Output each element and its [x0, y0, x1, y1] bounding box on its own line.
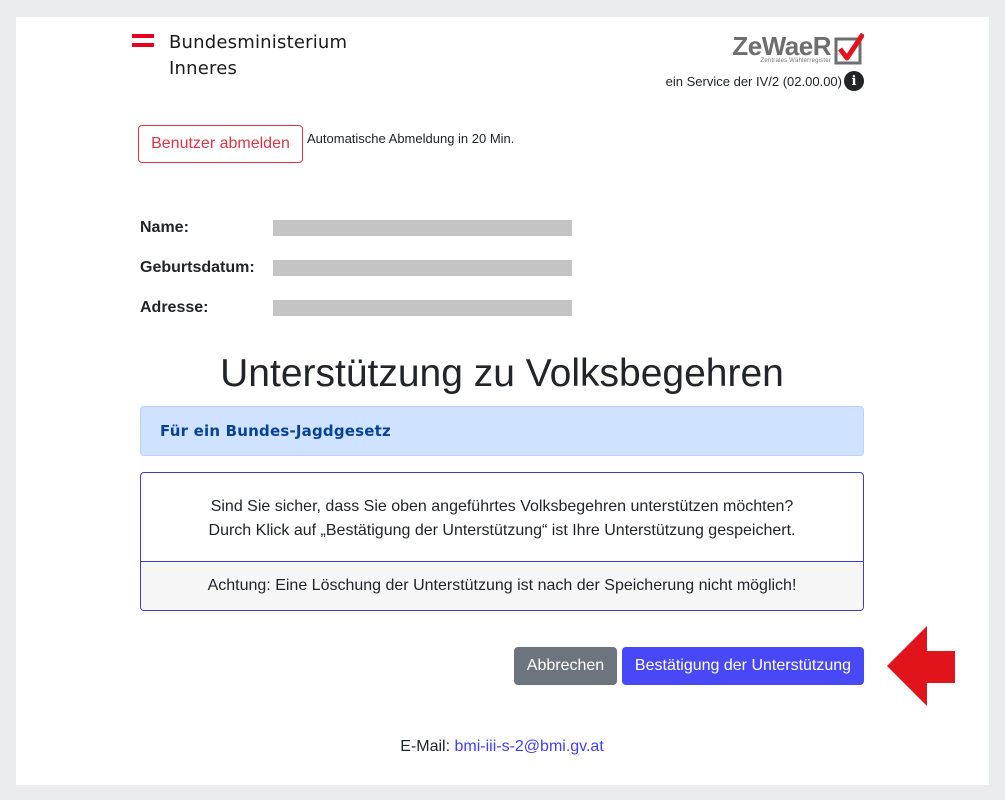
confirmation-question: Sind Sie sicher, dass Sie oben angeführt…	[210, 498, 794, 515]
confirmation-explanation: Durch Klick auf „Bestätigung der Unterst…	[208, 522, 796, 539]
birthdate-label: Geburtsdatum:	[140, 259, 255, 276]
service-text: ein Service der IV/2 (02.00.00)	[665, 73, 842, 89]
auto-logout-notice: Automatische Abmeldung in 20 Min.	[307, 131, 515, 146]
birthdate-value-redacted	[273, 260, 572, 276]
zewaer-logo-subtitle: Zentrales Wählerregister	[760, 58, 831, 64]
zewaer-logo: ZeWaeR Zentrales Wählerregister	[732, 31, 864, 67]
info-icon[interactable]: i	[844, 71, 864, 91]
name-value-redacted	[273, 220, 572, 236]
address-value-redacted	[273, 300, 572, 316]
logout-button[interactable]: Benutzer abmelden	[138, 125, 303, 163]
name-row: Name:	[140, 218, 580, 242]
deletion-warning: Achtung: Eine Löschung der Unterstützung…	[141, 561, 863, 610]
footer-email: E-Mail: bmi-iii-s-2@bmi.gv.at	[140, 737, 864, 757]
zewaer-logo-text: ZeWaeR	[732, 31, 831, 61]
confirmation-card: Sind Sie sicher, dass Sie oben angeführt…	[140, 472, 864, 611]
birthdate-row: Geburtsdatum:	[140, 258, 580, 282]
confirmation-body: Sind Sie sicher, dass Sie oben angeführt…	[141, 473, 863, 561]
check-icon	[834, 33, 864, 65]
address-row: Adresse:	[140, 298, 580, 322]
ministry-line1: Bundesministerium	[169, 32, 348, 53]
email-label: E-Mail:	[400, 738, 451, 755]
page-title: Unterstützung zu Volksbegehren	[220, 352, 784, 395]
ministry-line2: Inneres	[169, 58, 238, 79]
content: Bundesministerium Inneres ZeWaeR Zentral…	[132, 17, 864, 785]
arrow-left-icon	[887, 626, 955, 706]
page: Bundesministerium Inneres ZeWaeR Zentral…	[16, 17, 989, 785]
address-label: Adresse:	[140, 299, 209, 316]
ministry-name: Bundesministerium Inneres	[169, 30, 347, 82]
service-info: ein Service der IV/2 (02.00.00) i	[666, 70, 864, 92]
cancel-button[interactable]: Abbrechen	[514, 647, 617, 685]
confirm-support-button[interactable]: Bestätigung der Unterstützung	[622, 647, 864, 685]
email-link[interactable]: bmi-iii-s-2@bmi.gv.at	[454, 738, 603, 755]
name-label: Name:	[140, 219, 189, 236]
austrian-flag-icon	[132, 34, 154, 47]
petition-name-banner: Für ein Bundes-Jagdgesetz	[140, 406, 864, 456]
